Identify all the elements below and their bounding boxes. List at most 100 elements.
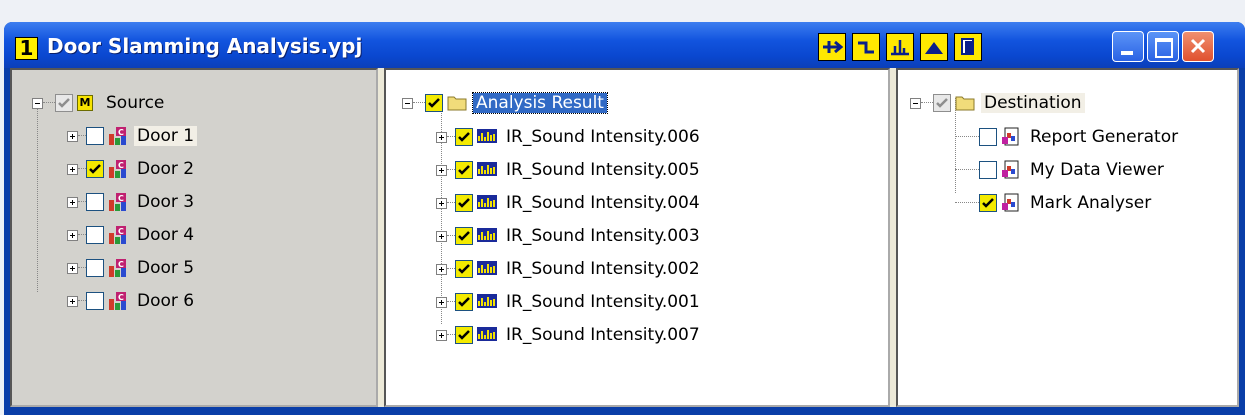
tree-item-analysis-result[interactable]: IR_Sound Intensity.005 (436, 157, 703, 183)
expand-toggle[interactable] (436, 197, 447, 209)
tree-item-door[interactable]: C Door 5 (67, 255, 197, 281)
tree-connector (955, 202, 979, 204)
expand-toggle[interactable] (67, 163, 78, 175)
tree-item-analysis-result[interactable]: IR_Sound Intensity.002 (436, 256, 703, 282)
result-checkbox[interactable] (455, 128, 473, 146)
tree-item-destination[interactable]: Report Generator (955, 124, 1181, 150)
collapse-toggle[interactable] (402, 97, 413, 109)
tree-item-analysis-result[interactable]: IR_Sound Intensity.001 (436, 289, 703, 315)
result-root-label: Analysis Result (472, 92, 608, 114)
destination-checkbox[interactable] (979, 161, 997, 179)
tree-item-door[interactable]: C Door 6 (67, 288, 197, 314)
destination-root-checkbox[interactable] (933, 94, 951, 112)
expand-toggle[interactable] (436, 329, 447, 341)
report-document-icon (1001, 160, 1021, 180)
source-root-checkbox[interactable] (55, 94, 73, 112)
app-window: 1 Door Slamming Analysis.ypj M Source C … (4, 22, 1245, 415)
destination-checkbox[interactable] (979, 128, 997, 146)
spectrum-data-icon (477, 226, 497, 246)
result-label: IR_Sound Intensity.002 (506, 259, 700, 279)
result-checkbox[interactable] (455, 260, 473, 278)
tree-item-door[interactable]: C Door 3 (67, 189, 197, 215)
tree-item-door[interactable]: C Door 4 (67, 222, 197, 248)
folder-icon (955, 93, 975, 113)
collapse-toggle[interactable] (910, 97, 921, 109)
spectrum-icon[interactable] (886, 33, 914, 61)
result-label: IR_Sound Intensity.007 (506, 325, 700, 345)
expand-toggle[interactable] (436, 263, 447, 275)
tree-root-analysis-result[interactable]: Analysis Result (402, 90, 608, 116)
door-label: Door 6 (137, 291, 195, 311)
tree-root-destination[interactable]: Destination (910, 90, 1085, 116)
minimize-button[interactable] (1112, 31, 1144, 62)
expand-toggle[interactable] (436, 131, 447, 143)
tree-connector (447, 301, 455, 303)
tree-connector (78, 234, 86, 236)
door-checkbox[interactable] (86, 259, 104, 277)
close-button[interactable] (1182, 31, 1214, 62)
result-checkbox[interactable] (455, 194, 473, 212)
window-body: M Source C Door 1 C Door 2 C Door 3 C Door 4 C Do… (10, 68, 1239, 407)
spectrum-data-icon (477, 193, 497, 213)
svg-text:C: C (118, 227, 124, 236)
result-label: IR_Sound Intensity.005 (506, 160, 700, 180)
result-label: IR_Sound Intensity.004 (506, 193, 700, 213)
expand-toggle[interactable] (436, 296, 447, 308)
tree-item-door[interactable]: C Door 1 (67, 123, 198, 149)
expand-toggle[interactable] (67, 196, 78, 208)
tree-item-door[interactable]: C Door 2 (67, 156, 197, 182)
door-label: Door 1 (134, 126, 198, 146)
tree-connector (447, 334, 455, 336)
tree-connector (447, 169, 455, 171)
destination-root-label: Destination (981, 93, 1085, 113)
svg-text:C: C (118, 260, 124, 269)
expand-toggle[interactable] (67, 262, 78, 274)
door-label: Door 2 (137, 159, 195, 179)
tree-root-source[interactable]: M Source (32, 90, 167, 116)
door-checkbox[interactable] (86, 226, 104, 244)
expand-toggle[interactable] (436, 164, 447, 176)
tree-connector (447, 268, 455, 270)
title-bar[interactable]: 1 Door Slamming Analysis.ypj (4, 22, 1245, 68)
maximize-button[interactable] (1147, 31, 1179, 62)
copy-icon[interactable] (954, 33, 982, 61)
tree-connector (78, 267, 86, 269)
expand-toggle[interactable] (67, 295, 78, 307)
spectrum-data-icon (477, 259, 497, 279)
tree-connector (955, 136, 979, 138)
tree-connector (78, 135, 86, 137)
collapse-toggle[interactable] (32, 97, 43, 109)
expand-toggle[interactable] (67, 229, 78, 241)
door-checkbox[interactable] (86, 292, 104, 310)
tree-item-analysis-result[interactable]: IR_Sound Intensity.004 (436, 190, 703, 216)
door-checkbox[interactable] (86, 193, 104, 211)
expand-toggle[interactable] (67, 130, 78, 142)
peak-icon[interactable] (920, 33, 948, 61)
minimize-icon (1121, 51, 1133, 55)
result-checkbox[interactable] (455, 227, 473, 245)
destination-pane[interactable]: Destination Report Generator My Data View… (896, 68, 1239, 407)
tree-item-analysis-result[interactable]: IR_Sound Intensity.006 (436, 124, 703, 150)
tree-connector (78, 201, 86, 203)
expand-toggle[interactable] (436, 230, 447, 242)
step-icon[interactable] (852, 33, 880, 61)
report-document-icon (1001, 193, 1021, 213)
destination-checkbox[interactable] (979, 194, 997, 212)
svg-text:C: C (118, 161, 124, 170)
source-pane[interactable]: M Source C Door 1 C Door 2 C Door 3 C Door 4 C Do… (10, 68, 378, 407)
flow-icon[interactable] (818, 33, 846, 61)
tree-item-analysis-result[interactable]: IR_Sound Intensity.007 (436, 322, 703, 348)
analysis-result-pane[interactable]: Analysis Result IR_Sound Intensity.006 IR… (384, 68, 890, 407)
svg-text:C: C (118, 293, 124, 302)
result-root-checkbox[interactable] (425, 94, 443, 112)
result-checkbox[interactable] (455, 293, 473, 311)
tree-item-analysis-result[interactable]: IR_Sound Intensity.003 (436, 223, 703, 249)
result-checkbox[interactable] (455, 326, 473, 344)
door-checkbox[interactable] (86, 127, 104, 145)
door-checkbox[interactable] (86, 160, 104, 178)
tree-item-destination[interactable]: Mark Analyser (955, 190, 1154, 216)
tree-item-destination[interactable]: My Data Viewer (955, 157, 1167, 183)
door-label: Door 3 (137, 192, 195, 212)
result-checkbox[interactable] (455, 161, 473, 179)
door-data-icon: C (108, 291, 128, 311)
